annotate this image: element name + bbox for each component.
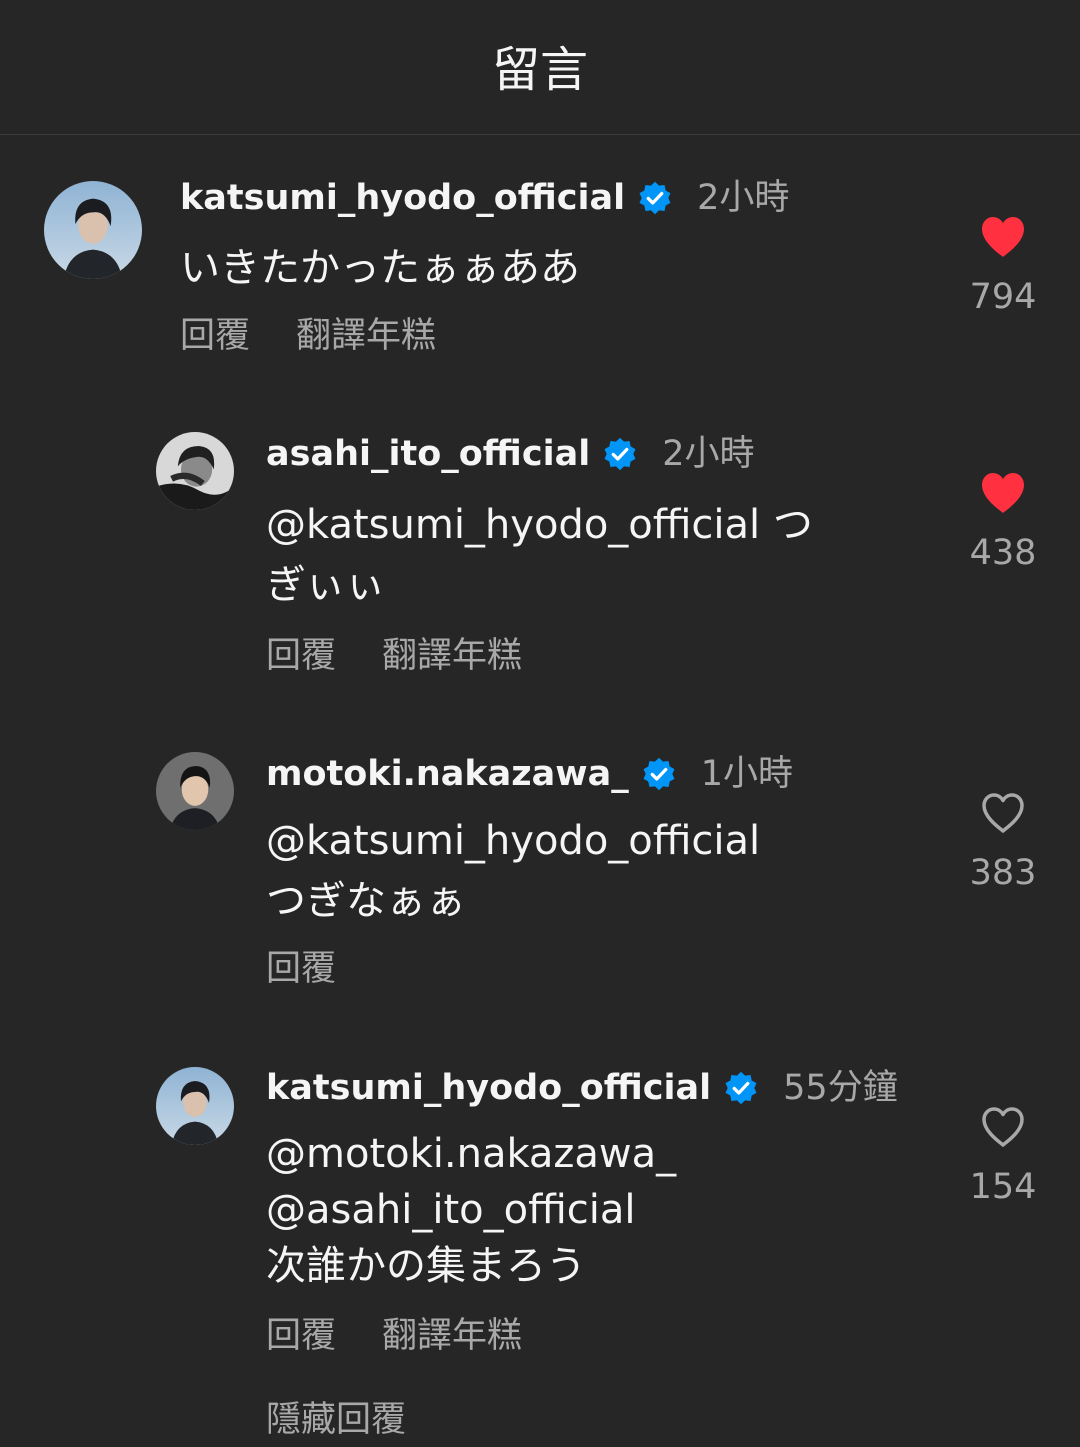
- comment-time: 2小時: [662, 434, 755, 474]
- avatar[interactable]: [44, 181, 142, 279]
- comment-time: 2小時: [697, 178, 790, 218]
- comment-actions: 回覆 翻譯年糕: [266, 1314, 568, 1358]
- heart-filled-icon[interactable]: [979, 471, 1027, 515]
- reply-button[interactable]: 回覆: [266, 634, 336, 678]
- comment-header: katsumi_hyodo_official 55分鐘: [266, 1066, 898, 1110]
- comment-header: motoki.nakazawa_ 1小時: [266, 752, 793, 796]
- verified-badge-icon: [641, 756, 677, 792]
- header: 留言: [0, 0, 1080, 135]
- verified-badge-icon: [637, 180, 673, 216]
- heart-outline-icon[interactable]: [979, 791, 1027, 835]
- heart-outline-icon[interactable]: [979, 1105, 1027, 1149]
- like-count: 794: [969, 277, 1037, 317]
- comment-text: @katsumi_hyodo_official つぎなぁぁ: [266, 811, 760, 931]
- reply-button[interactable]: 回覆: [266, 1314, 336, 1358]
- avatar[interactable]: [156, 1067, 234, 1145]
- comment-header: asahi_ito_official 2小時: [266, 432, 754, 476]
- comment-text-line: @asahi_ito_official: [266, 1187, 636, 1233]
- comment-text: いきたかったぁぁああ: [180, 238, 580, 298]
- reply-button[interactable]: 回覆: [180, 314, 250, 358]
- translate-button[interactable]: 翻譯年糕: [382, 1314, 522, 1358]
- comment-text-line: いきたかったぁぁああ: [180, 245, 580, 291]
- comment-time: 1小時: [700, 754, 794, 794]
- reply-button[interactable]: 回覆: [266, 947, 336, 991]
- comment-text-line: @katsumi_hyodo_official つ: [266, 502, 813, 548]
- comment-header: katsumi_hyodo_official 2小時: [180, 176, 789, 220]
- comment-text-line: ぎぃぃ: [266, 562, 386, 608]
- translate-button[interactable]: 翻譯年糕: [296, 314, 436, 358]
- heart-filled-icon[interactable]: [979, 215, 1027, 259]
- like-count: 383: [969, 853, 1037, 893]
- comment-actions: 回覆 翻譯年糕: [266, 634, 568, 678]
- comment-text: @motoki.nakazawa_ @asahi_ito_official 次誰…: [266, 1126, 676, 1294]
- username-link[interactable]: katsumi_hyodo_official: [180, 176, 625, 220]
- comment-text: @katsumi_hyodo_official つ ぎぃぃ: [266, 495, 813, 615]
- verified-badge-icon: [602, 436, 638, 472]
- verified-badge-icon: [723, 1070, 759, 1106]
- like-count: 154: [969, 1167, 1037, 1207]
- hide-replies-button[interactable]: 隱藏回覆: [266, 1398, 406, 1442]
- translate-button[interactable]: 翻譯年糕: [382, 634, 522, 678]
- comment-actions: 回覆: [266, 947, 382, 991]
- comment-text-line: 次誰かの集まろう: [266, 1243, 586, 1289]
- comment-text-line: @katsumi_hyodo_official: [266, 818, 761, 864]
- like-count: 438: [969, 533, 1037, 573]
- comment-time: 55分鐘: [783, 1068, 898, 1108]
- page-title: 留言: [491, 42, 588, 98]
- comment-text-line: @motoki.nakazawa_: [266, 1131, 677, 1177]
- comment-actions: 回覆 翻譯年糕: [180, 314, 482, 358]
- username-link[interactable]: motoki.nakazawa_: [266, 752, 629, 796]
- username-link[interactable]: asahi_ito_official: [266, 432, 590, 476]
- username-link[interactable]: katsumi_hyodo_official: [266, 1066, 711, 1110]
- avatar[interactable]: [156, 432, 234, 510]
- comment-text-line: つぎなぁぁ: [266, 878, 466, 924]
- avatar[interactable]: [156, 752, 234, 830]
